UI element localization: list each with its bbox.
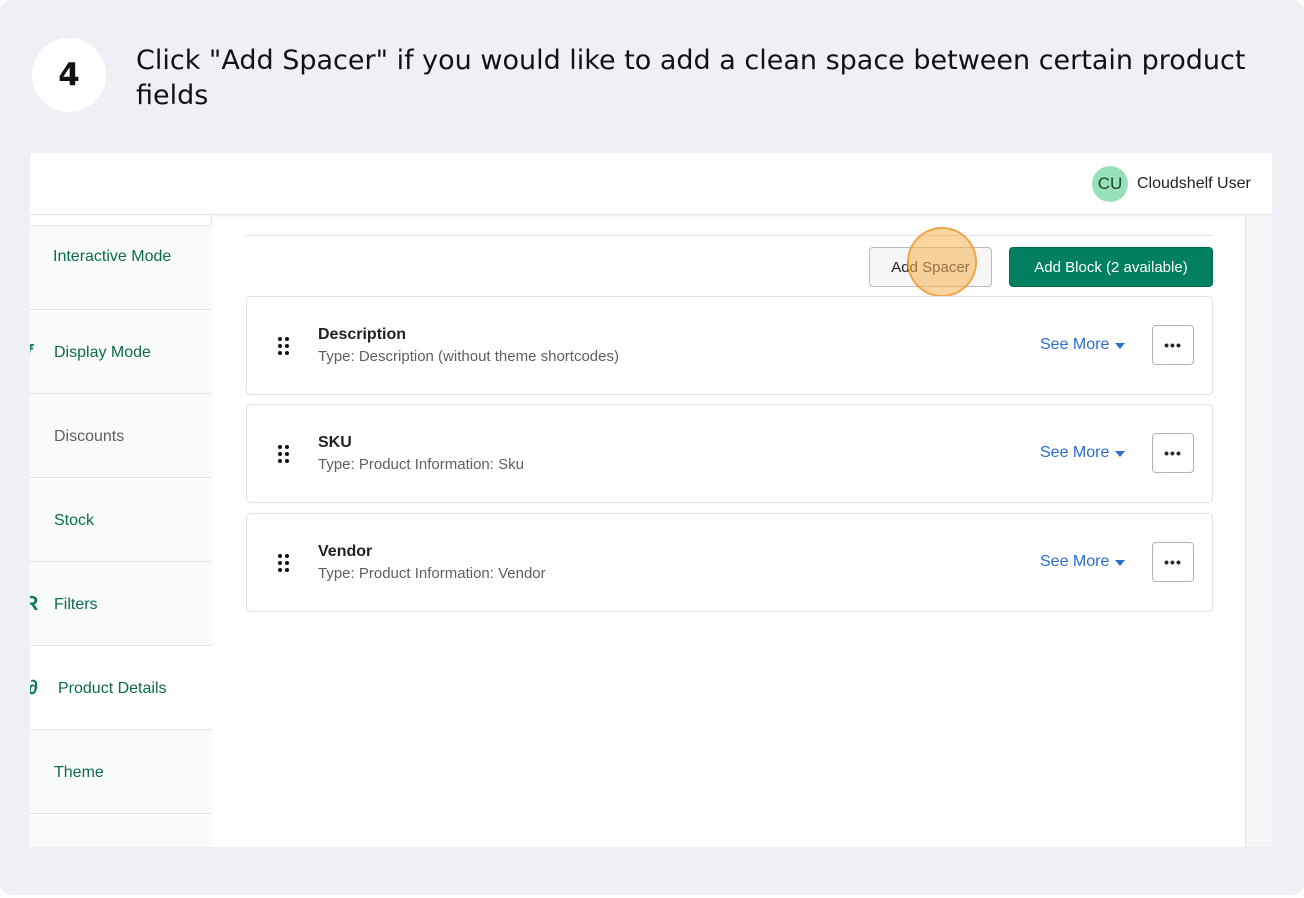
sidebar-item-stock[interactable]: ] Stock (30, 477, 212, 561)
sidebar-item-filters[interactable]: R Filters (30, 561, 212, 645)
stock-icon: ] (30, 508, 38, 532)
block-card-sku: SKU Type: Product Information: Sku See M… (246, 404, 1213, 503)
block-type: Type: Product Information: Vendor (318, 565, 546, 582)
drag-handle-icon[interactable] (278, 337, 290, 355)
more-actions-button[interactable]: ••• (1152, 542, 1194, 582)
step-instruction: Click "Add Spacer" if you would like to … (136, 45, 1246, 111)
caret-down-icon (1115, 560, 1126, 566)
block-card-description: Description Type: Description (without t… (246, 296, 1213, 395)
block-card-vendor: Vendor Type: Product Information: Vendor… (246, 513, 1213, 612)
step-number-badge: 4 (32, 38, 106, 112)
sidebar-item-product-details[interactable]: ∂ Product Details (30, 645, 212, 729)
filter-icon: R (30, 593, 39, 615)
add-block-button[interactable]: Add Block (2 available) (1009, 247, 1213, 287)
user-name[interactable]: Cloudshelf User (1137, 175, 1251, 193)
sidebar-item-theme[interactable]: / Theme (30, 729, 212, 813)
block-type: Type: Description (without theme shortco… (318, 348, 619, 365)
top-bar: CU Cloudshelf User (30, 153, 1272, 215)
sidebar-item-discounts: | Discounts (30, 393, 212, 477)
caret-down-icon (1115, 343, 1126, 349)
see-more-link[interactable]: See More (1040, 553, 1126, 571)
see-more-link[interactable]: See More (1040, 336, 1126, 354)
block-title: Description (318, 326, 407, 343)
section-divider (245, 235, 1213, 236)
drag-handle-icon[interactable] (278, 445, 290, 463)
sidebar-item-interactive-mode[interactable]: ] Interactive Mode (30, 225, 212, 309)
more-actions-button[interactable]: ••• (1152, 325, 1194, 365)
sidebar-item-label: Stock (54, 512, 95, 529)
sidebar-item-more[interactable] (30, 813, 212, 847)
sidebar-item-label: Theme (54, 764, 104, 781)
sidebar-item-label: Filters (54, 596, 98, 613)
block-type: Type: Product Information: Sku (318, 456, 524, 473)
block-title: SKU (318, 434, 352, 451)
guide-frame: 4 Click "Add Spacer" if you would like t… (0, 0, 1304, 895)
sidebar-item-display-mode[interactable]: ƒ Display Mode (30, 309, 212, 393)
theme-icon: / (30, 760, 38, 784)
see-more-label: See More (1040, 553, 1110, 570)
app-screenshot: CU Cloudshelf User ] Interactive Mode ƒ … (30, 153, 1272, 847)
sidebar-item-label: Interactive Mode (53, 248, 172, 265)
block-title: Vendor (318, 543, 373, 560)
settings-sidebar: ] Interactive Mode ƒ Display Mode | Disc… (30, 215, 212, 847)
sidebar-item-label: Product Details (58, 680, 167, 697)
caret-down-icon (1115, 451, 1126, 457)
sidebar-item-label: Discounts (54, 428, 125, 445)
add-spacer-button[interactable]: Add Spacer (869, 247, 992, 287)
sidebar-item-label: Display Mode (54, 344, 151, 361)
product-details-panel: Add Spacer Add Block (2 available) Descr… (212, 215, 1245, 847)
display-icon: ƒ (30, 340, 38, 364)
see-more-label: See More (1040, 444, 1110, 461)
see-more-label: See More (1040, 336, 1110, 353)
product-details-icon: ∂ (30, 677, 38, 699)
see-more-link[interactable]: See More (1040, 444, 1126, 462)
user-avatar[interactable]: CU (1092, 166, 1128, 202)
discount-icon: | (30, 424, 38, 448)
right-scroll-gutter (1245, 215, 1272, 847)
more-actions-button[interactable]: ••• (1152, 433, 1194, 473)
interactive-icon: ] (30, 256, 38, 280)
drag-handle-icon[interactable] (278, 554, 290, 572)
